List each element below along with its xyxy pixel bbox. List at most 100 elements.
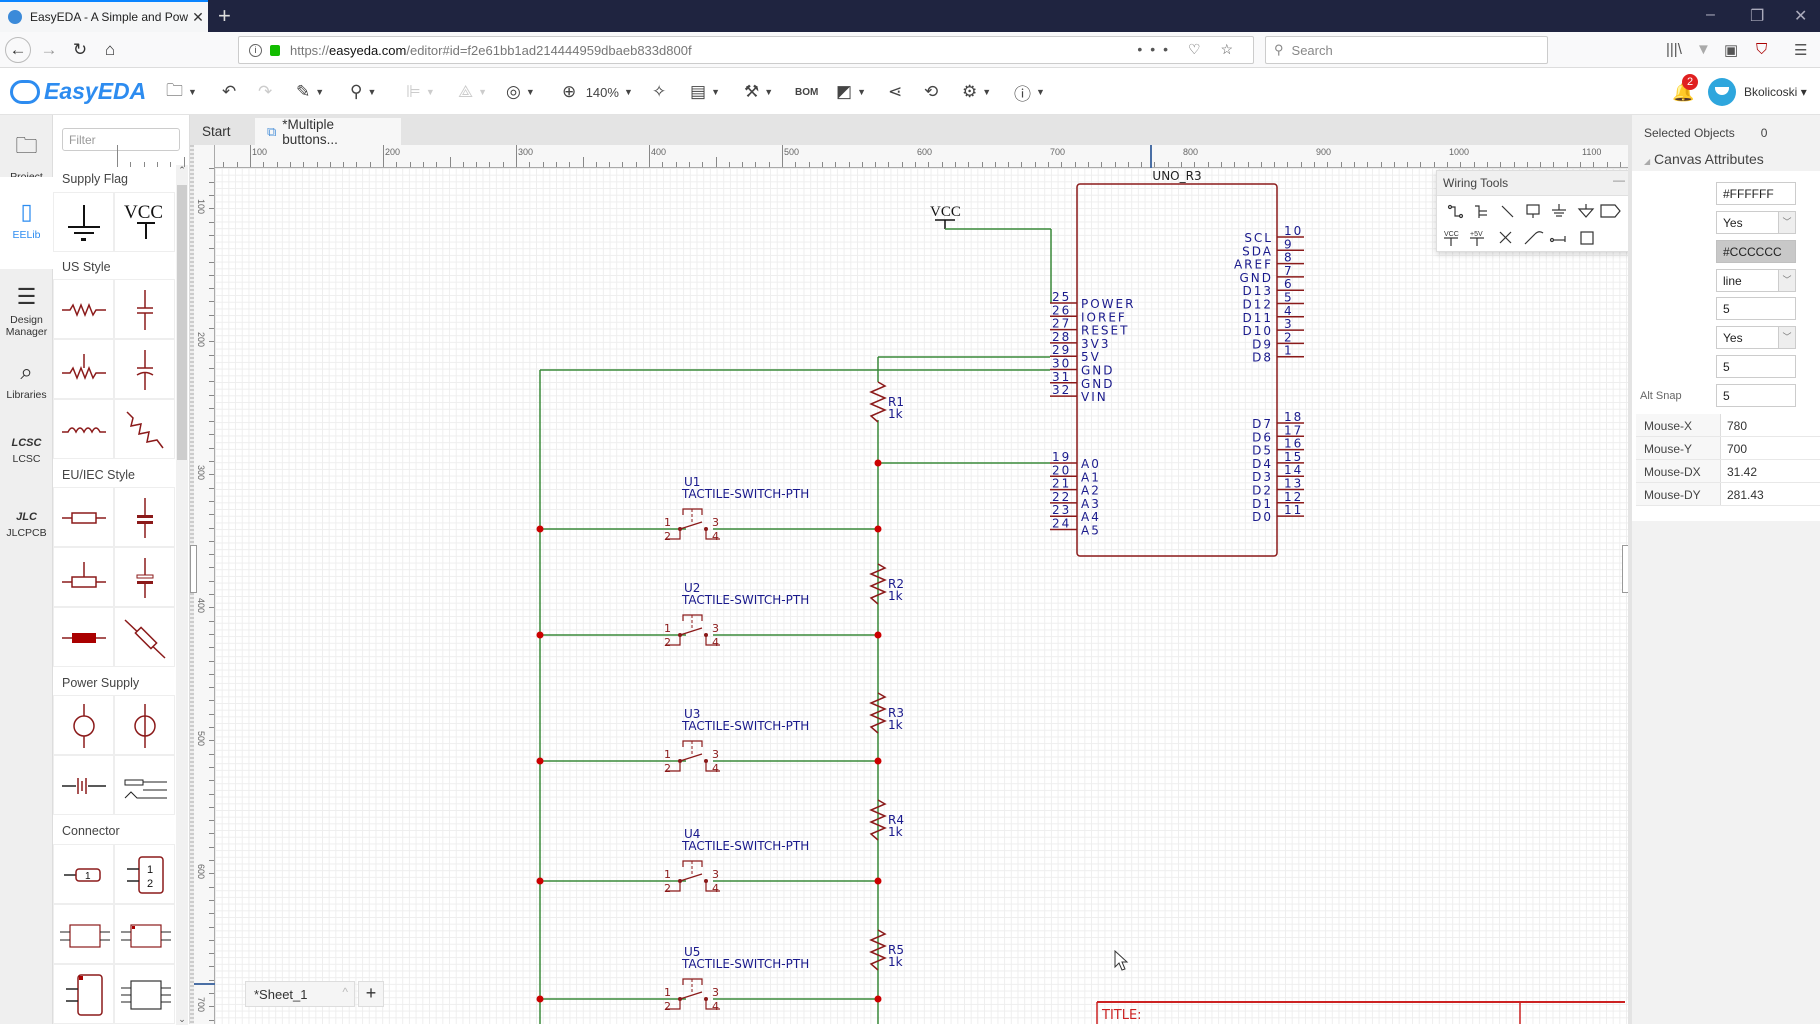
library-scroll-thumb[interactable]: [177, 185, 187, 460]
lib-item-potentiometer-iec[interactable]: [53, 547, 114, 607]
lib-item-header-2[interactable]: 12: [114, 844, 175, 904]
lib-item-current-source[interactable]: [114, 695, 175, 755]
lib-item-voltage-source[interactable]: [53, 695, 114, 755]
lib-item-capacitor[interactable]: [114, 279, 175, 339]
library-scrollbar[interactable]: ⌃ ⌄: [176, 165, 188, 1025]
nav-eelib[interactable]: ▯ EELib: [0, 177, 53, 269]
redo-button[interactable]: ↷: [258, 80, 272, 104]
voltage-probe-icon[interactable]: [1524, 231, 1544, 245]
vcc-flag-icon[interactable]: VCC: [1444, 231, 1459, 246]
undo-button[interactable]: ↶: [222, 80, 236, 104]
nav-project[interactable]: 🗀 Project: [0, 115, 53, 183]
close-tab-icon[interactable]: ✕: [188, 9, 208, 26]
alt-snap-field[interactable]: 5: [1716, 384, 1796, 407]
home-icon[interactable]: ⌂: [98, 38, 122, 62]
url-bar[interactable]: i https://easyeda.com/editor#id=f2e61bb1…: [238, 36, 1254, 64]
lib-item-inductor[interactable]: [53, 399, 114, 459]
library-filter-input[interactable]: [62, 128, 180, 151]
snap-select[interactable]: Yes ﹀: [1716, 326, 1796, 349]
nav-libraries[interactable]: ⌕ Libraries: [0, 355, 53, 410]
restore-window-icon[interactable]: ❐: [1750, 6, 1764, 26]
lib-item-header-1[interactable]: 1: [53, 844, 114, 904]
lib-item-resistor-us[interactable]: [53, 279, 114, 339]
lib-item-header-1x2-marked[interactable]: [53, 964, 114, 1024]
forward-icon[interactable]: →: [37, 38, 61, 62]
library-icon[interactable]: |||\: [1666, 41, 1682, 58]
share-button[interactable]: ⋖: [888, 80, 902, 104]
site-info-icon[interactable]: i: [249, 43, 262, 57]
grid-style-select[interactable]: line ﹀: [1716, 269, 1796, 292]
visible-grid-select[interactable]: Yes ﹀: [1716, 211, 1796, 234]
menu-icon[interactable]: ☰: [1794, 41, 1807, 59]
wiring-tools-header[interactable]: Wiring Tools —: [1437, 171, 1631, 196]
background-color-field[interactable]: #FFFFFF: [1716, 182, 1796, 205]
place-menu[interactable]: ⚲ ▼: [350, 80, 376, 104]
schematic-canvas[interactable]: VCC R1 1k R2 1k R3 1k R4 1k R5 1k U1 TACTILE-SWITCH-…: [215, 168, 1628, 1024]
pin-icon[interactable]: [1549, 236, 1566, 243]
group-icon[interactable]: [1580, 231, 1594, 245]
lib-item-header-2x2-alt[interactable]: [114, 904, 175, 964]
align-menu[interactable]: ⊫ ▼: [406, 80, 435, 104]
lib-item-ground[interactable]: [53, 192, 114, 252]
lib-item-battery[interactable]: [53, 755, 114, 815]
reload-icon[interactable]: ↻: [68, 38, 92, 62]
help-menu[interactable]: ⓘ ▼: [1014, 80, 1045, 104]
net-label-icon[interactable]: [1526, 204, 1540, 218]
browser-tab[interactable]: EasyEDA - A Simple and Powerf ✕: [0, 0, 208, 32]
bom-button[interactable]: BOM: [795, 80, 818, 104]
wire-icon[interactable]: [1447, 204, 1464, 219]
edit-menu[interactable]: ✎ ▼: [296, 80, 324, 104]
lib-item-potentiometer-us[interactable]: [53, 339, 114, 399]
view-menu[interactable]: ◎ ▼: [506, 80, 535, 104]
net-flag-gnd-icon[interactable]: [1552, 204, 1566, 217]
settings-menu[interactable]: ⚙ ▼: [962, 80, 991, 104]
file-menu[interactable]: 🗀 ▼: [166, 80, 197, 104]
nav-lcsc[interactable]: LCSC LCSC: [0, 433, 53, 488]
tab-schematic[interactable]: ⧉ *Multiple buttons...: [255, 117, 401, 147]
theme-menu[interactable]: ◩ ▼: [836, 80, 866, 104]
lib-item-resistor-iec[interactable]: [53, 487, 114, 547]
lib-item-header-2x2[interactable]: [53, 904, 114, 964]
lib-item-header-2x3[interactable]: [114, 964, 175, 1024]
zoom-menu[interactable]: ⊕ 140% ▼: [562, 80, 633, 104]
scroll-down-icon[interactable]: ⌄: [176, 1014, 188, 1025]
avatar[interactable]: [1708, 78, 1736, 106]
lib-item-variable-resistor[interactable]: [114, 399, 175, 459]
canvas-attributes-header[interactable]: ◢ Canvas Attributes: [1632, 147, 1820, 171]
net-port-icon[interactable]: [1600, 204, 1621, 218]
minimize-icon[interactable]: —: [1613, 173, 1625, 187]
net-flag-port-icon[interactable]: [1577, 204, 1595, 218]
bus-entry-icon[interactable]: [1501, 205, 1514, 218]
panel-menu[interactable]: ▤ ▼: [690, 80, 720, 104]
history-button[interactable]: ⟲: [924, 80, 938, 104]
lib-item-polarized-capacitor[interactable]: [114, 339, 175, 399]
user-menu[interactable]: Bkolicoski ▾: [1744, 85, 1807, 99]
back-icon[interactable]: ←: [5, 37, 31, 63]
grid-size-field[interactable]: 5: [1716, 297, 1796, 320]
sidebar-icon[interactable]: ▣: [1724, 41, 1738, 59]
collapse-left-panel-handle[interactable]: [190, 545, 197, 593]
ublock-icon[interactable]: ⛉: [1756, 41, 1767, 58]
minimize-window-icon[interactable]: –: [1706, 6, 1715, 24]
browser-search-input[interactable]: ⚲ Search: [1265, 36, 1548, 64]
page-actions-icon[interactable]: •••: [1137, 41, 1176, 57]
tools-menu[interactable]: ⚒ ▼: [744, 80, 773, 104]
nav-design-manager[interactable]: ☰ Design Manager: [0, 280, 53, 342]
lib-item-polarized-capacitor-iec[interactable]: [114, 547, 175, 607]
lib-item-capacitor-iec[interactable]: [114, 487, 175, 547]
lib-item-resistor-filled[interactable]: [53, 607, 114, 667]
sheet-tab-1[interactable]: *Sheet_1 ^: [245, 981, 355, 1007]
add-sheet-button[interactable]: +: [358, 981, 384, 1007]
scroll-up-icon[interactable]: ⌃: [176, 165, 188, 176]
snap-size-field[interactable]: 5: [1716, 355, 1796, 378]
new-tab-button[interactable]: +: [218, 3, 231, 29]
notification-button[interactable]: 🔔 2: [1672, 74, 1698, 103]
lib-item-vcc[interactable]: VCC: [114, 192, 175, 252]
sheet-menu-chevron-up-icon[interactable]: ^: [342, 985, 348, 999]
pocket-icon[interactable]: ♡: [1188, 41, 1209, 57]
design-check-button[interactable]: ✧: [652, 80, 666, 104]
flip-menu[interactable]: ⟁ ▼: [458, 80, 487, 104]
lib-item-resistor-diagonal[interactable]: [114, 607, 175, 667]
bookmark-star-icon[interactable]: ☆: [1220, 41, 1241, 57]
easyeda-logo[interactable]: EasyEDA: [10, 78, 146, 105]
